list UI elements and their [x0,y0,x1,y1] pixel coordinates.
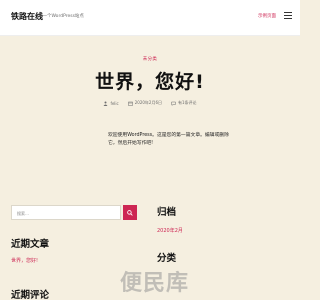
menu-icon[interactable] [284,12,292,19]
post-comments-text[interactable]: 有1条评论 [178,100,197,106]
archive-heading: 归档 [157,207,177,218]
post-body: 欢迎使用WordPress。这是您的第一篇文章。编辑或删除它，然后开始写作吧! [108,133,229,146]
post-comments[interactable]: 有1条评论 [171,100,197,106]
search-input[interactable]: 搜索… [11,205,121,220]
search-button[interactable] [123,205,137,220]
recent-post-link[interactable]: 世界，您好! [11,257,38,264]
post-date-text[interactable]: 2020年2月6日 [135,100,162,106]
calendar-icon [127,101,133,106]
post-hero: 未分类 世界，您好! felic 2020年2月6日 有1条评论 欢迎使用Wor… [0,36,300,196]
comment-icon [171,101,176,106]
sample-page-link[interactable]: 示例页面 [258,13,276,19]
site-header: 铁路在线 又一个WordPress站点 示例页面 [0,0,300,36]
post-author-name[interactable]: felic [110,101,118,106]
user-icon [103,101,108,106]
recent-comments-heading: 近期评论 [11,290,50,300]
recent-posts-heading: 近期文章 [11,239,50,250]
post-meta: felic 2020年2月6日 有1条评论 [0,100,300,106]
post-date[interactable]: 2020年2月6日 [127,100,162,106]
post-title[interactable]: 世界，您好! [0,67,300,94]
watermark: 便民库 [120,271,190,296]
categories-heading: 分类 [157,253,177,264]
site-tagline: 又一个WordPress站点 [38,14,84,19]
search-icon [127,209,133,216]
archive-link[interactable]: 2020年2月 [157,227,183,234]
post-author[interactable]: felic [103,100,119,106]
post-category-link[interactable]: 未分类 [0,56,300,62]
